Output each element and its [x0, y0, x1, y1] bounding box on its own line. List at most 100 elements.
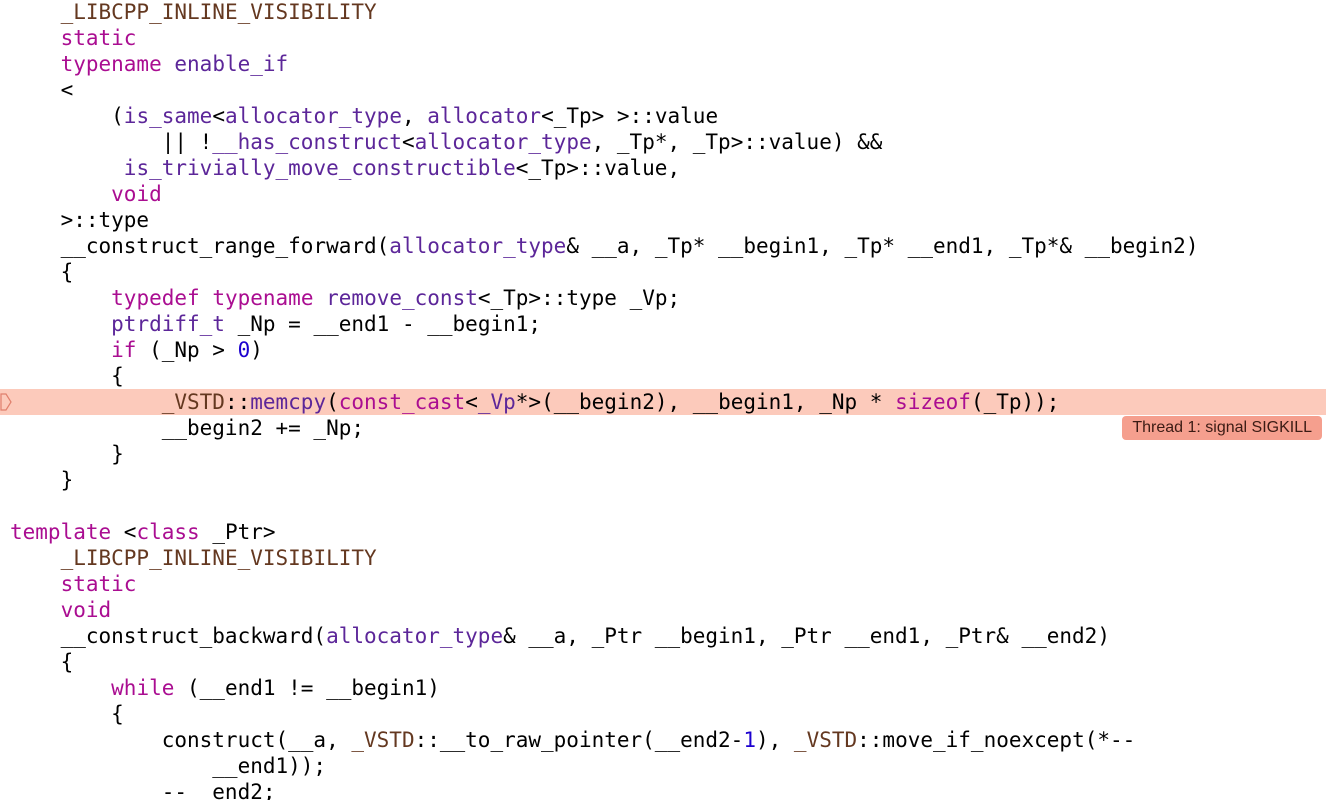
code-token: _Ptr> [199, 520, 276, 544]
code-token: allocator_type [224, 104, 402, 128]
code-line[interactable]: { [0, 363, 1326, 389]
code-token: _VSTD [351, 728, 415, 752]
code-token: _LIBCPP_INLINE_VISIBILITY [60, 0, 377, 24]
code-token: , [401, 104, 428, 128]
code-token: is_same [123, 104, 213, 128]
code-line[interactable]: construct(__a, _VSTD::__to_raw_pointer(_… [0, 727, 1326, 753]
code-text: construct(__a, _VSTD::__to_raw_pointer(_… [10, 727, 1136, 753]
code-text: { [10, 649, 74, 675]
code-text: _LIBCPP_INLINE_VISIBILITY [10, 545, 377, 571]
code-token: --__end2; [10, 780, 276, 800]
code-line[interactable]: < [0, 77, 1326, 103]
code-token: < [10, 78, 74, 102]
code-token: ( [326, 390, 339, 414]
code-line[interactable]: ptrdiff_t _Np = __end1 - __begin1; [0, 311, 1326, 337]
code-line[interactable]: static [0, 571, 1326, 597]
code-line[interactable]: { [0, 259, 1326, 285]
code-token: { [10, 650, 74, 674]
code-text: __construct_backward(allocator_type& __a… [10, 623, 1110, 649]
code-line[interactable]: { [0, 701, 1326, 727]
code-editor[interactable]: _LIBCPP_INLINE_VISIBILITY static typenam… [0, 0, 1326, 800]
code-token: < [111, 520, 137, 544]
code-token: typename [60, 52, 162, 76]
code-text: _VSTD::memcpy(const_cast<_Vp*>(__begin2)… [10, 389, 1060, 415]
code-token: < [401, 130, 415, 154]
code-line[interactable]: || !__has_construct<allocator_type, _Tp*… [0, 129, 1326, 155]
code-token: } [10, 468, 74, 492]
code-token: ) [250, 338, 263, 362]
code-line[interactable]: void [0, 597, 1326, 623]
code-line[interactable]: { [0, 649, 1326, 675]
code-token: , _Tp*, _Tp>::value) && [591, 130, 883, 154]
code-line[interactable]: __construct_range_forward(allocator_type… [0, 233, 1326, 259]
code-token: typedef [111, 286, 200, 310]
code-line[interactable]: static [0, 25, 1326, 51]
code-token: while [111, 676, 175, 700]
code-line[interactable]: is_trivially_move_constructible<_Tp>::va… [0, 155, 1326, 181]
code-line[interactable]: typedef typename remove_const<_Tp>::type… [0, 285, 1326, 311]
code-token: __construct_backward( [10, 624, 327, 648]
code-token: __end1)); [10, 754, 327, 778]
code-text: { [10, 363, 124, 389]
code-text: { [10, 701, 124, 727]
code-line[interactable]: } [0, 441, 1326, 467]
highlighted-code-line[interactable]: _VSTD::memcpy(const_cast<_Vp*>(__begin2)… [0, 389, 1326, 415]
code-token: void [60, 598, 112, 622]
code-text: (is_same<allocator_type, allocator<_Tp> … [10, 103, 718, 129]
code-token: _LIBCPP_INLINE_VISIBILITY [60, 546, 377, 570]
code-line[interactable] [0, 493, 1326, 519]
code-token: const_cast [338, 390, 466, 414]
code-line[interactable]: if (_Np > 0) [0, 337, 1326, 363]
code-token: is_trivially_move_constructible [123, 156, 516, 180]
code-text: < [10, 77, 74, 103]
code-text: ptrdiff_t _Np = __end1 - __begin1; [10, 311, 541, 337]
code-line[interactable]: >::type [0, 207, 1326, 233]
code-text: } [10, 441, 124, 467]
code-line[interactable]: } [0, 467, 1326, 493]
code-line[interactable]: template <class _Ptr> [0, 519, 1326, 545]
code-token: __construct_range_forward( [10, 234, 390, 258]
code-token: < [465, 390, 478, 414]
code-text: } [10, 467, 74, 493]
code-token: _VSTD [161, 390, 225, 414]
code-line[interactable]: while (__end1 != __begin1) [0, 675, 1326, 701]
code-line[interactable]: _LIBCPP_INLINE_VISIBILITY [0, 545, 1326, 571]
code-token: memcpy [250, 390, 327, 414]
code-line[interactable]: (is_same<allocator_type, allocator<_Tp> … [0, 103, 1326, 129]
code-line[interactable]: _LIBCPP_INLINE_VISIBILITY [0, 0, 1326, 25]
code-token: sizeof [895, 390, 971, 414]
code-line[interactable]: --__end2; [0, 779, 1326, 800]
code-text: __construct_range_forward(allocator_type… [10, 233, 1199, 259]
code-token: static [60, 572, 137, 596]
code-token: <_Tp> >::value [541, 104, 719, 128]
code-token: || ! [10, 130, 213, 154]
code-line[interactable]: __construct_backward(allocator_type& __a… [0, 623, 1326, 649]
code-token: typename [212, 286, 314, 310]
code-line[interactable]: __end1)); [0, 753, 1326, 779]
code-token: enable_if [174, 52, 289, 76]
code-line[interactable]: typename enable_if [0, 51, 1326, 77]
code-token: construct(__a, [10, 728, 352, 752]
code-text: void [10, 181, 162, 207]
code-token: <_Tp>::type _Vp; [477, 286, 681, 310]
code-token: allocator_type [326, 624, 504, 648]
code-token: { [10, 260, 74, 284]
code-line[interactable]: __begin2 += _Np; Thread 1: signal SIGKILL [0, 415, 1326, 441]
thread-signal-badge[interactable]: Thread 1: signal SIGKILL [1122, 416, 1322, 440]
code-line[interactable]: void [0, 181, 1326, 207]
code-token: (__end1 != __begin1) [174, 676, 440, 700]
code-token: & __a, _Tp* __begin1, _Tp* __end1, _Tp*&… [566, 234, 1199, 258]
code-token: void [111, 182, 162, 206]
code-token: *>(__begin2), __begin1, _Np * [515, 390, 896, 414]
code-token: if [111, 338, 137, 362]
